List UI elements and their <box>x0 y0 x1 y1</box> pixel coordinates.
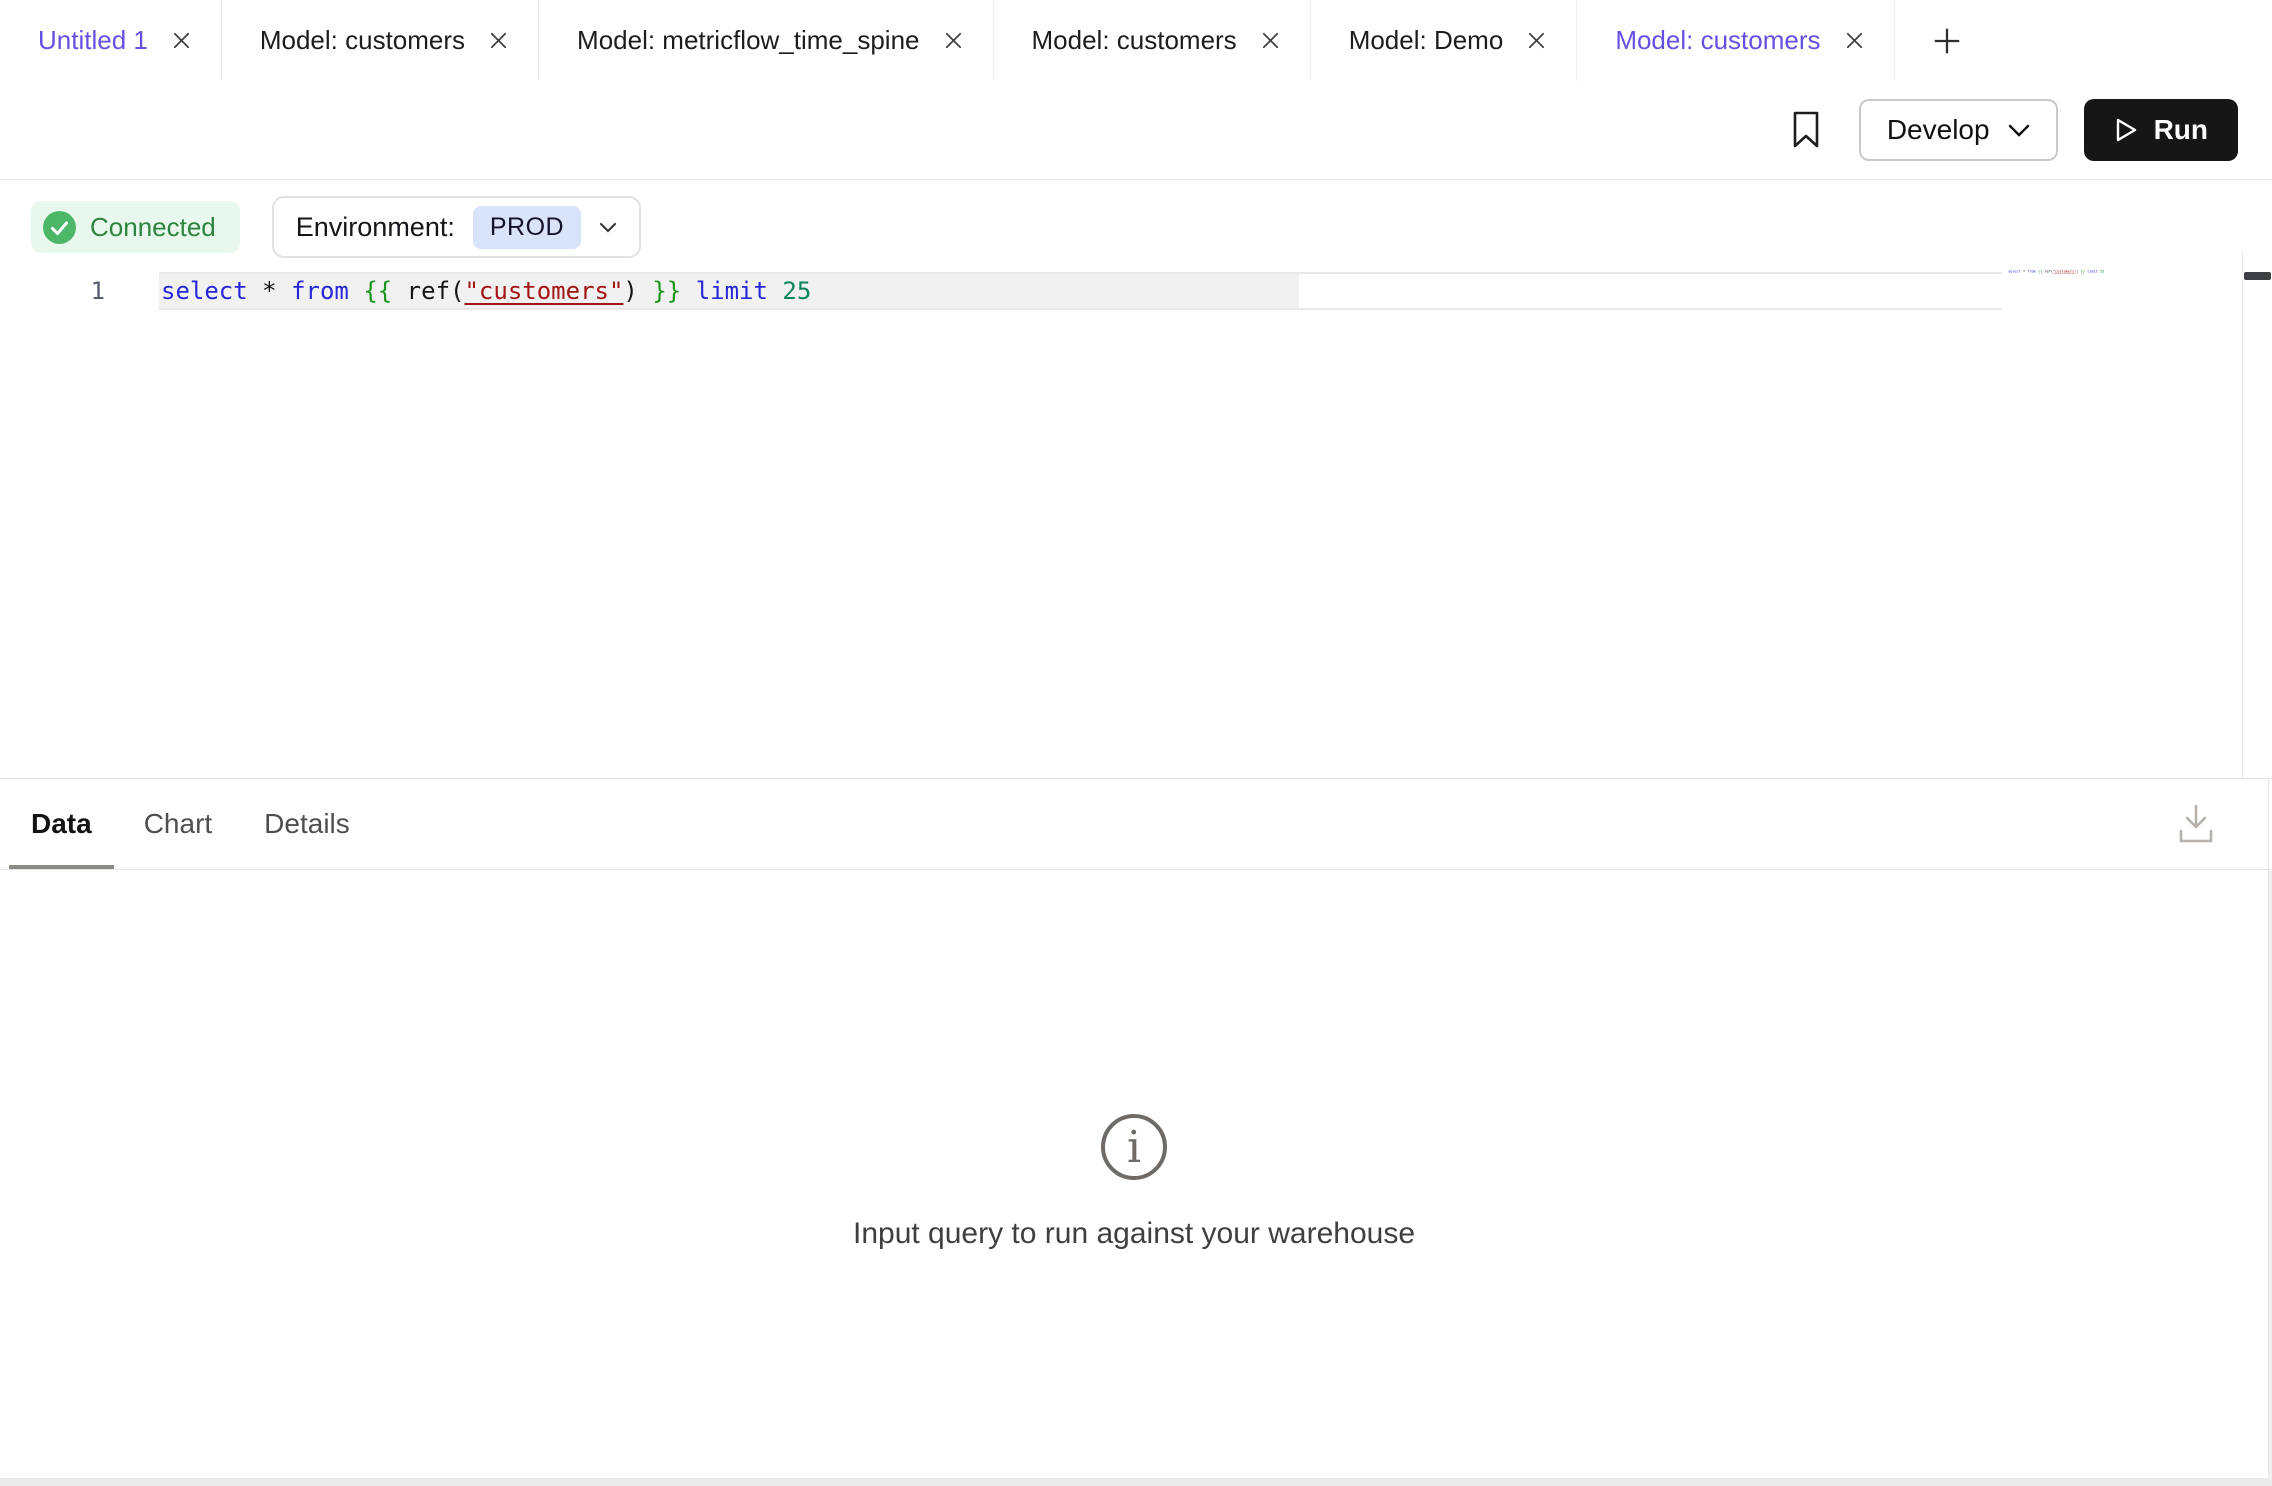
editor-tab[interactable]: Untitled 1 <box>0 0 222 81</box>
chevron-down-icon <box>599 222 617 233</box>
code-token-keyword: select <box>2008 269 2021 273</box>
tab-label: Model: customers <box>260 25 465 56</box>
tab-label: Model: customers <box>1032 25 1237 56</box>
close-tab-icon[interactable] <box>1525 29 1548 52</box>
results-tab-details[interactable]: Details <box>242 779 372 869</box>
plus-icon <box>1931 25 1963 57</box>
editor-status-row: Connected Environment: PROD <box>31 196 641 258</box>
results-tab-data[interactable]: Data <box>9 779 114 869</box>
results-panel: i Input query to run against your wareho… <box>0 871 2268 1478</box>
environment-label: Environment: <box>296 212 455 243</box>
code-token-number: 25 <box>2100 269 2104 273</box>
editor-tab[interactable]: Model: metricflow_time_spine <box>539 0 993 81</box>
empty-state: i Input query to run against your wareho… <box>853 1113 1415 1251</box>
download-results-icon[interactable] <box>2178 803 2214 850</box>
run-button[interactable]: Run <box>2084 99 2238 161</box>
tab-label: Model: customers <box>1615 25 1820 56</box>
develop-label: Develop <box>1887 114 1990 146</box>
code-token-jinja: {{ <box>363 277 392 305</box>
results-tab-bar: DataChartDetails <box>0 778 2272 870</box>
code-token-string: "customers" <box>2053 269 2077 273</box>
code-token-keyword: limit <box>696 277 768 305</box>
info-icon: i <box>1100 1113 1168 1181</box>
editor-minimap[interactable]: select * from {{ ref("customers") }} lim… <box>2008 269 2108 309</box>
code-token-string: "customers" <box>464 277 623 305</box>
minimap-code-line: select * from {{ ref("customers") }} lim… <box>2008 269 2023 274</box>
check-circle-icon <box>43 211 76 244</box>
close-tab-icon[interactable] <box>1843 29 1866 52</box>
tab-label: Model: Demo <box>1349 25 1504 56</box>
editor-tab[interactable]: Model: customers <box>222 0 539 81</box>
sql-editor-pane: Connected Environment: PROD 1 select * f… <box>0 181 2272 778</box>
active-line-highlight: select * from {{ ref("customers") }} lim… <box>159 272 2002 310</box>
develop-dropdown-button[interactable]: Develop <box>1859 99 2058 161</box>
code-token-keyword: limit <box>2087 269 2098 273</box>
close-tab-icon[interactable] <box>170 29 193 52</box>
code-token-plain <box>681 277 695 305</box>
chevron-down-icon <box>2008 124 2030 137</box>
new-tab-button[interactable] <box>1895 0 1999 81</box>
editor-tab[interactable]: Model: customers <box>1577 0 1894 81</box>
code-token-plain: * <box>248 277 291 305</box>
results-tabs: DataChartDetails <box>9 779 372 869</box>
code-token-keyword: from <box>291 277 349 305</box>
code-token-jinja: }} <box>652 277 681 305</box>
editor-scrollbar-track[interactable] <box>2242 250 2272 778</box>
connection-status-label: Connected <box>90 212 216 243</box>
editor-tab[interactable]: Model: customers <box>994 0 1311 81</box>
tab-label: Model: metricflow_time_spine <box>577 25 919 56</box>
play-icon <box>2114 117 2138 143</box>
tab-bar: Untitled 1 Model: customers Model: metricf… <box>0 0 2272 82</box>
toolbar: Develop Run <box>0 81 2272 180</box>
code-editor-line[interactable]: select * from {{ ref("customers") }} lim… <box>159 274 2002 308</box>
editor-scrollbar-thumb[interactable] <box>2244 272 2271 280</box>
code-token-keyword: select <box>161 277 248 305</box>
code-token-number: 25 <box>782 277 811 305</box>
empty-state-message: Input query to run against your warehous… <box>853 1217 1415 1251</box>
code-token-plain <box>349 277 363 305</box>
environment-value-chip: PROD <box>473 206 581 249</box>
code-token-plain: ref( <box>2042 269 2053 273</box>
run-label: Run <box>2154 114 2208 146</box>
bottom-divider <box>0 1478 2272 1486</box>
close-tab-icon[interactable] <box>942 29 965 52</box>
bookmark-icon[interactable] <box>1791 110 1821 150</box>
close-tab-icon[interactable] <box>487 29 510 52</box>
tab-label: Untitled 1 <box>38 25 148 56</box>
results-tab-chart[interactable]: Chart <box>122 779 234 869</box>
code-token-plain <box>768 277 782 305</box>
editor-tabs: Untitled 1 Model: customers Model: metricf… <box>0 0 1895 81</box>
svg-text:i: i <box>1127 1122 1141 1173</box>
connection-status-badge: Connected <box>31 201 240 253</box>
environment-selector[interactable]: Environment: PROD <box>272 196 641 258</box>
code-token-plain: ) <box>623 277 652 305</box>
close-tab-icon[interactable] <box>1259 29 1282 52</box>
editor-tab[interactable]: Model: Demo <box>1311 0 1578 81</box>
code-token-plain: ref( <box>392 277 464 305</box>
code-token-keyword: from <box>2027 269 2036 273</box>
line-number: 1 <box>60 272 105 310</box>
